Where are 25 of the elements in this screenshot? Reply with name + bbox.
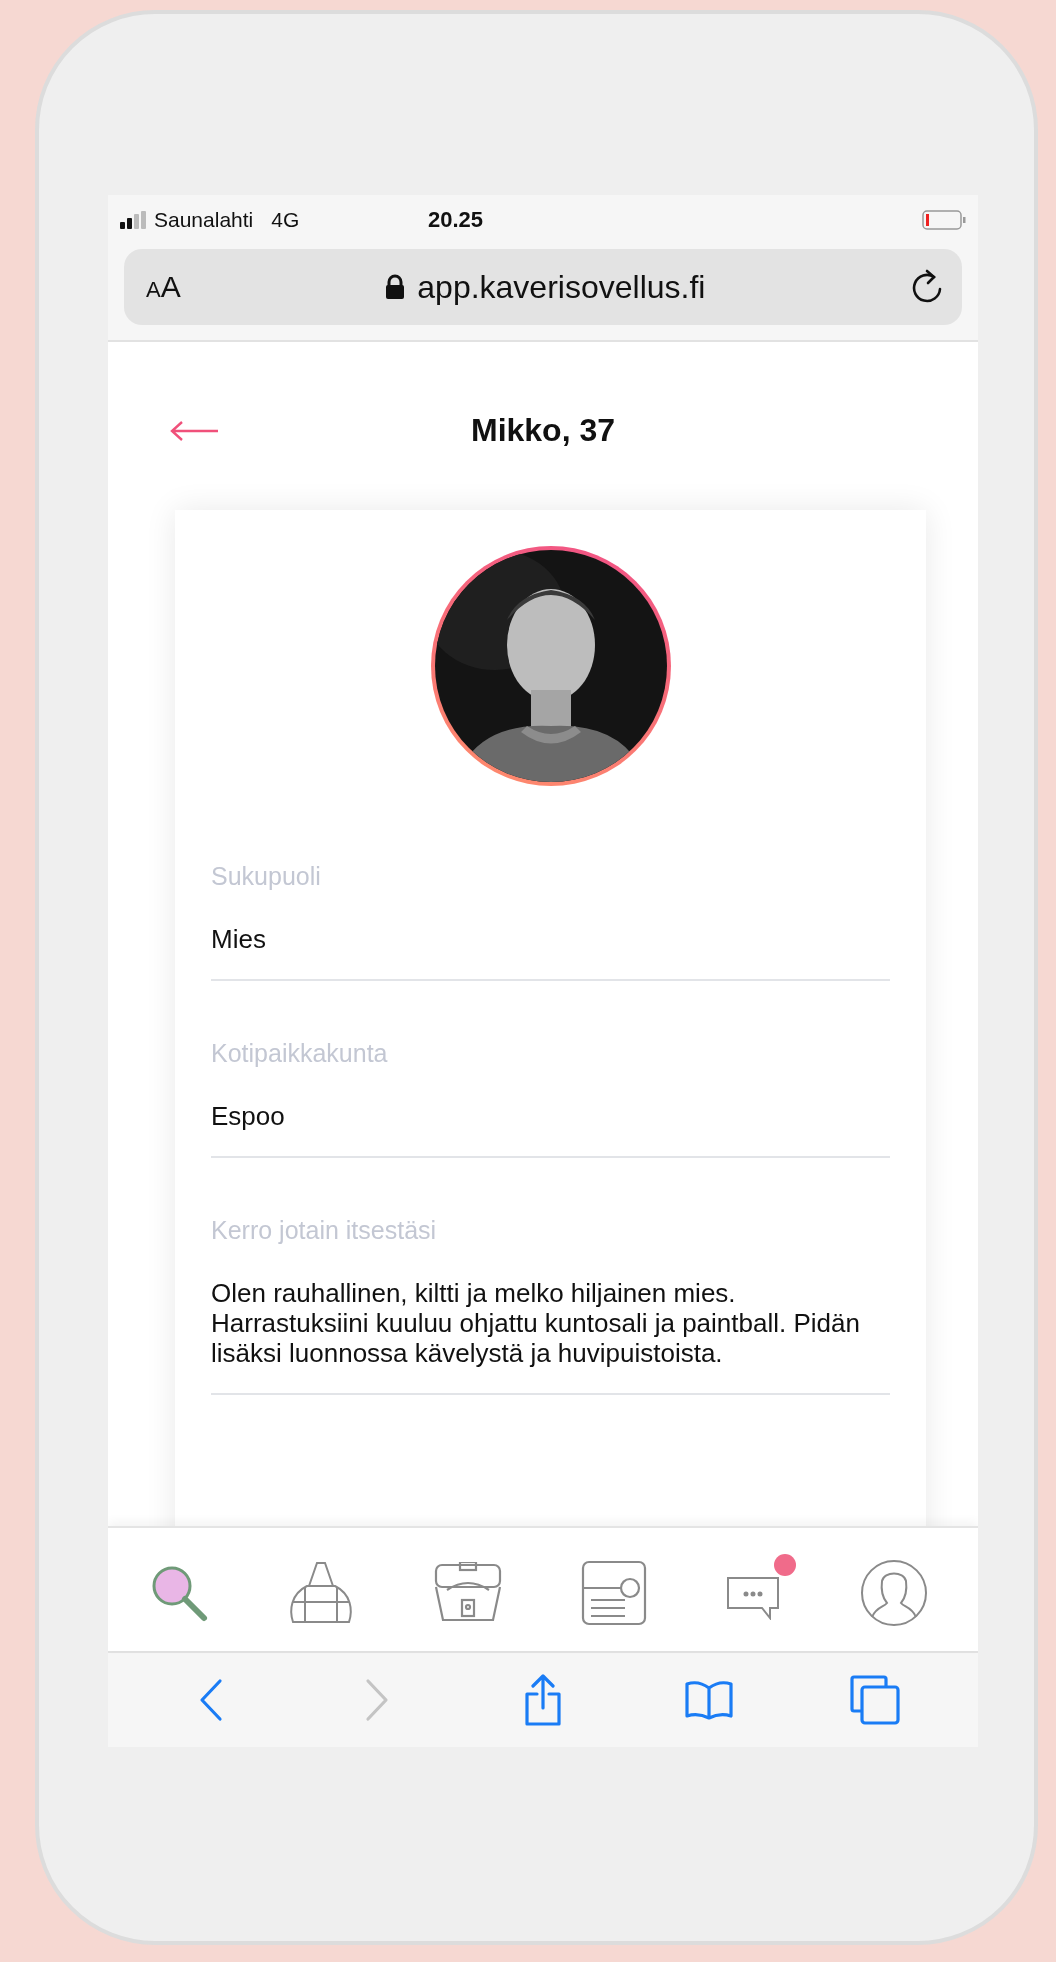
field-value: Mies: [211, 925, 267, 956]
back-icon: [198, 1678, 224, 1723]
lock-icon: [385, 274, 406, 301]
text-size-button[interactable]: AA: [146, 270, 181, 305]
book-icon: [685, 1680, 733, 1721]
field-label: Sukupuoli: [211, 862, 322, 892]
profile-title: Mikko, 37: [470, 411, 616, 449]
back-arrow-icon: [170, 420, 220, 443]
id-card-icon: [580, 1560, 647, 1627]
clock-time: 20.25: [428, 206, 484, 233]
share-icon: [523, 1674, 563, 1727]
tabs-icon: [850, 1675, 900, 1726]
url-text: app.kaverisovellus.fi: [417, 268, 706, 306]
signal-icon: [120, 210, 146, 229]
field-label: Kotipaikkakunta: [211, 1039, 389, 1069]
address-bar[interactable]: AA app.kaverisovellus.fi: [124, 249, 962, 326]
field-label: Kerro jotain itsestäsi: [211, 1216, 438, 1246]
user-avatar-icon: [860, 1559, 929, 1628]
forward-icon: [364, 1678, 390, 1723]
battery-icon: [922, 208, 966, 231]
field-value: Espoo: [211, 1102, 286, 1133]
carrier-name: Saunalahti: [154, 207, 254, 232]
notification-dot: [774, 1554, 797, 1577]
network-type: 4G: [271, 207, 300, 232]
field-value: Olen rauhallinen, kiltti ja melko hiljainen mies. Harrastuksiini kuuluu ohjattu kuntosali ja paintball. Pidän lisäksi luonnossa kävelystä ja huvipuistoista.: [211, 1279, 861, 1369]
